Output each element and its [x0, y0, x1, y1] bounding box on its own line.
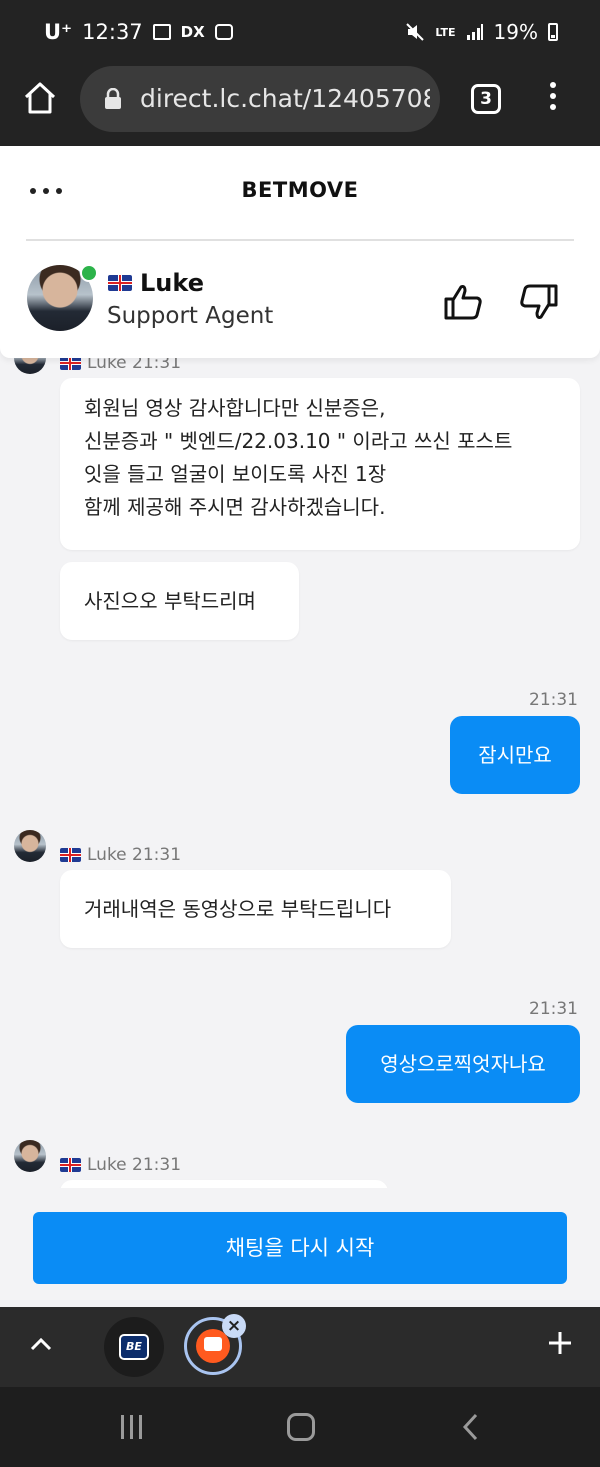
lock-icon	[105, 88, 121, 109]
uk-flag-icon	[108, 275, 132, 291]
close-bubble-button[interactable]: ×	[222, 1314, 246, 1338]
message-list[interactable]: Luke 21:31 회원님 영상 감사합니다만 신분증은, 신분증과 " 벳엔…	[0, 358, 600, 1188]
agent-message-avatar	[14, 1140, 46, 1172]
signal-icon	[466, 24, 483, 40]
online-status-indicator	[80, 264, 98, 282]
agent-message-avatar	[14, 830, 46, 862]
app-be-label: BE	[119, 1334, 149, 1360]
message-meta: Luke 21:31	[60, 845, 181, 865]
user-message-bubble: 잠시만요	[450, 716, 580, 794]
header-divider	[26, 239, 574, 241]
uk-flag-icon	[60, 358, 81, 370]
message-time: 21:31	[529, 690, 578, 710]
mute-icon	[406, 23, 425, 41]
bottom-app-bar: BE ×	[0, 1307, 600, 1387]
uk-flag-icon	[60, 848, 81, 862]
browser-toolbar: direct.lc.chat/12405708 3	[0, 66, 600, 146]
dx-label: DX	[180, 23, 205, 41]
carrier-label: U⁺	[44, 20, 73, 44]
brand-title: BETMOVE	[241, 178, 359, 202]
restart-chat-button[interactable]: 채팅을 다시 시작	[33, 1212, 567, 1284]
message-meta: Luke 21:31	[60, 1155, 181, 1175]
chat-header: BETMOVE Luke Support Agent	[0, 146, 600, 358]
status-bar: U⁺ 12:37 DX LTE 19%	[0, 0, 600, 66]
message-line: 함께 제공해 주시면 감사하겠습니다.	[84, 495, 386, 519]
browser-menu-icon[interactable]	[546, 82, 560, 118]
agent-message-avatar	[14, 358, 46, 374]
thumbs-up-icon[interactable]	[443, 283, 483, 321]
agent-message-bubble: 사진으오 부탁드리며	[60, 562, 299, 640]
address-bar[interactable]: direct.lc.chat/12405708	[80, 66, 440, 132]
tab-switcher-button[interactable]: 3	[471, 84, 501, 114]
message-meta: Luke 21:31	[60, 358, 181, 373]
recent-apps-button[interactable]	[121, 1415, 142, 1439]
agent-message-bubble: 거래내역은 동영상으로 부탁드립니다	[60, 870, 451, 948]
battery-icon	[548, 23, 558, 41]
thumbs-down-icon[interactable]	[519, 283, 559, 321]
gallery-notification-icon	[152, 24, 171, 40]
home-icon[interactable]	[22, 80, 58, 116]
system-navigation-bar	[0, 1387, 600, 1467]
message-line: 잇을 들고 얼굴이 보이도록 사진 1장	[84, 462, 387, 486]
message-line: 회원님 영상 감사합니다만 신분증은,	[84, 396, 386, 420]
message-time: 21:31	[529, 999, 578, 1019]
user-message-bubble: 영상으로찍엇자나요	[346, 1025, 580, 1103]
back-button[interactable]	[460, 1413, 482, 1441]
agent-message-bubble: 회원님 영상 감사합니다만 신분증은, 신분증과 " 벳엔드/22.03.10 …	[60, 378, 580, 550]
app-notification-icon	[214, 24, 233, 40]
network-type: LTE	[435, 25, 456, 39]
status-time: 12:37	[82, 20, 143, 44]
agent-role: Support Agent	[107, 303, 274, 329]
home-button[interactable]	[287, 1413, 315, 1441]
message-line: 신분증과 " 벳엔드/22.03.10 " 이라고 쓰신 포스트	[84, 429, 513, 453]
chevron-up-icon[interactable]	[30, 1337, 52, 1351]
plus-icon[interactable]	[548, 1331, 572, 1355]
url-text[interactable]: direct.lc.chat/12405708	[140, 84, 430, 113]
uk-flag-icon	[60, 1158, 81, 1172]
battery-percent: 19%	[493, 20, 538, 44]
betend-app-bubble[interactable]: BE	[104, 1317, 164, 1377]
agent-name: Luke	[140, 269, 204, 297]
agent-message-bubble	[60, 1180, 388, 1188]
